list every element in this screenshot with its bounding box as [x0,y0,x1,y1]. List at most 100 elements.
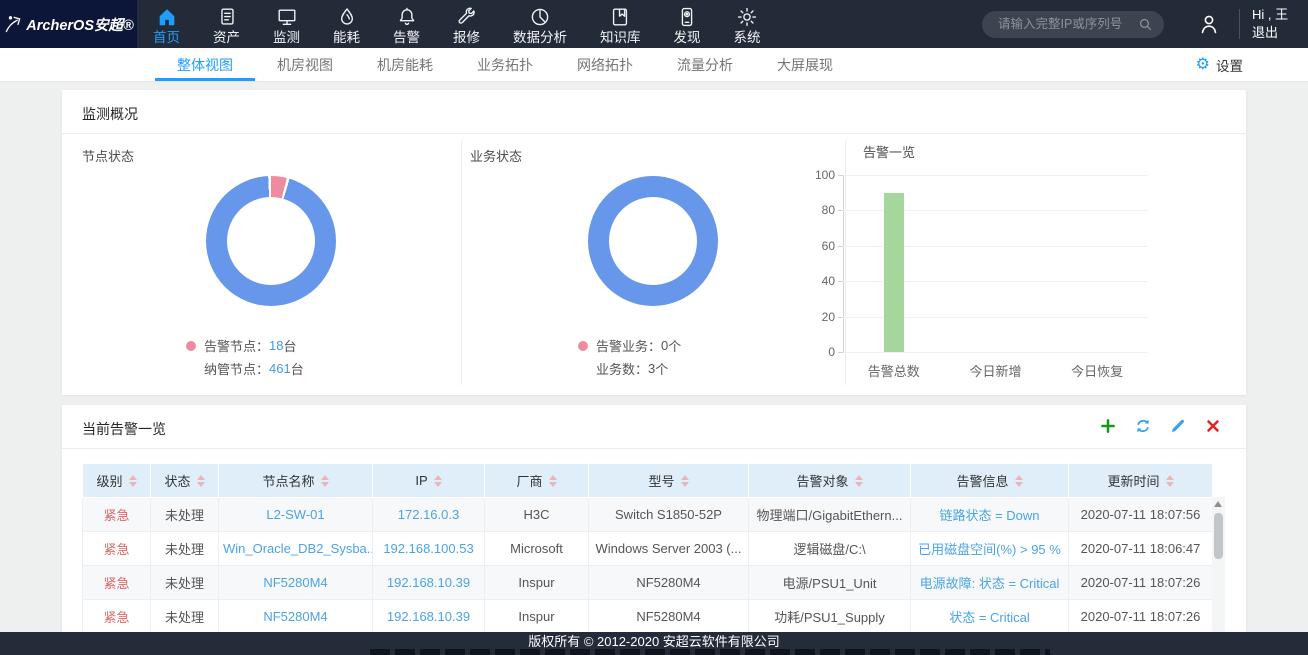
nav-item-energy[interactable]: 能耗 [333,3,360,45]
y-tick-mark [838,210,843,211]
nav-item-monitor[interactable]: 监测 [273,3,300,45]
legend-label: 纳管节点： [204,359,269,378]
nav-item-knowledge[interactable]: 知识库 [600,3,641,45]
alarm-table-header-row: 级别状态 节点名称 IP厂商 型号 告警对象告警信息更新时间 [83,464,1213,498]
cell: 2020-07-11 18:06:47 [1069,532,1213,566]
column-header-4[interactable]: IP [373,464,485,498]
cell[interactable]: 192.168.10.39 [373,600,485,634]
discover-icon [676,6,698,28]
cell: 紧急 [83,532,151,566]
nav-item-analysis[interactable]: 数据分析 [513,3,567,45]
energy-icon [336,6,358,28]
search-icon[interactable] [1137,16,1154,33]
assets-icon [216,6,238,28]
table-row[interactable]: 紧急未处理L2-SW-01172.16.0.3H3CSwitch S1850-5… [83,498,1213,532]
nav-item-assets[interactable]: 资产 [213,3,240,45]
cell[interactable]: 已用磁盘空间(%) > 95 % [911,532,1069,566]
overview-title: 监测概况 [82,104,138,124]
global-search[interactable] [982,11,1164,38]
sort-arrows-icon[interactable] [1166,475,1174,487]
legend-unit: 个 [668,336,681,355]
cell: Windows Server 2003 (... [589,532,749,566]
tab-3[interactable]: 机房能耗 [355,48,455,81]
tab-1[interactable]: 整体视图 [155,48,255,81]
nav-label: 知识库 [600,31,641,45]
cell: 紧急 [83,566,151,600]
cell[interactable]: L2-SW-01 [219,498,373,532]
cell[interactable]: 状态 = Critical [911,600,1069,634]
sort-arrows-icon[interactable] [197,475,205,487]
y-tick-mark [838,175,843,176]
grid-line [843,352,1148,353]
cell[interactable]: 电源故障: 状态 = Critical [911,566,1069,600]
column-header-7[interactable]: 告警对象 [749,464,911,498]
cell[interactable]: 172.16.0.3 [373,498,485,532]
home-icon [156,6,178,28]
refresh-button[interactable] [1134,417,1152,435]
user-avatar[interactable] [1197,12,1221,36]
sort-arrows-icon[interactable] [549,475,557,487]
table-row[interactable]: 紧急未处理Win_Oracle_DB2_Sysba...192.168.100.… [83,532,1213,566]
business-status-donut-chart [588,176,718,306]
alarms-divider [62,448,1246,449]
sort-arrows-icon[interactable] [321,475,329,487]
column-header-5[interactable]: 厂商 [485,464,589,498]
y-axis-line [843,175,844,352]
cell: NF5280M4 [589,566,749,600]
alarm-toolbar [1099,417,1222,435]
column-header-8[interactable]: 告警信息 [911,464,1069,498]
sort-arrows-icon[interactable] [129,475,137,487]
y-tick-label: 80 [795,203,835,217]
table-row[interactable]: 紧急未处理NF5280M4192.168.10.39InspurNF5280M4… [83,600,1213,634]
search-input[interactable] [996,16,1137,32]
sort-arrows-icon[interactable] [681,475,689,487]
analysis-icon [529,6,551,28]
legend-unit: 台 [283,336,296,355]
scrollbar-up-arrow[interactable] [1214,501,1222,507]
cell[interactable]: NF5280M4 [219,600,373,634]
cell[interactable]: 192.168.100.53 [373,532,485,566]
sort-arrows-icon[interactable] [855,475,863,487]
nav-item-discover[interactable]: 发现 [674,3,701,45]
tab-4[interactable]: 业务拓扑 [455,48,555,81]
tab-6[interactable]: 流量分析 [655,48,755,81]
column-label: 状态 [164,471,190,490]
column-label: 节点名称 [262,471,314,490]
table-row[interactable]: 紧急未处理NF5280M4192.168.10.39InspurNF5280M4… [83,566,1213,600]
x-category-label: 今日新增 [951,361,1041,380]
top-navbar: ArcherOS安超® 首页资产监测能耗告警报修数据分析知识库 发现系统 Hi ,… [0,0,1308,48]
logout-link[interactable]: 退出 [1252,24,1308,42]
tab-5[interactable]: 网络拓扑 [555,48,655,81]
cell[interactable]: 192.168.10.39 [373,566,485,600]
panel-divider-2 [845,140,846,385]
nav-item-home[interactable]: 首页 [153,3,180,45]
column-header-3[interactable]: 节点名称 [219,464,373,498]
settings-button[interactable]: ⚙ 设置 [1196,48,1243,81]
delete-button[interactable] [1204,417,1222,435]
y-tick-mark [838,317,843,318]
legend-label: 告警节点： [204,336,269,355]
cell[interactable]: Win_Oracle_DB2_Sysba... [219,532,373,566]
cell[interactable]: NF5280M4 [219,566,373,600]
column-header-6[interactable]: 型号 [589,464,749,498]
column-header-9[interactable]: 更新时间 [1069,464,1213,498]
nav-item-repair[interactable]: 报修 [453,3,480,45]
column-header-2[interactable]: 状态 [151,464,219,498]
legend-value: 18 [269,338,283,353]
nav-item-alarm[interactable]: 告警 [393,3,420,45]
column-label: 型号 [648,471,674,490]
tab-2[interactable]: 机房视图 [255,48,355,81]
nav-item-system[interactable]: 系统 [734,3,761,45]
archeros-logo[interactable]: ArcherOS安超® [0,0,137,48]
sort-arrows-icon[interactable] [434,475,442,487]
cell: 紧急 [83,498,151,532]
column-header-1[interactable]: 级别 [83,464,151,498]
scrollbar-thumb[interactable] [1214,513,1223,559]
user-block: Hi , 王 退出 [1252,6,1308,42]
tab-7[interactable]: 大屏展现 [755,48,855,81]
edit-button[interactable] [1169,417,1187,435]
sort-arrows-icon[interactable] [1015,475,1023,487]
cell[interactable]: 链路状态 = Down [911,498,1069,532]
alarm-chart-title: 告警一览 [863,142,915,161]
add-button[interactable] [1099,417,1117,435]
